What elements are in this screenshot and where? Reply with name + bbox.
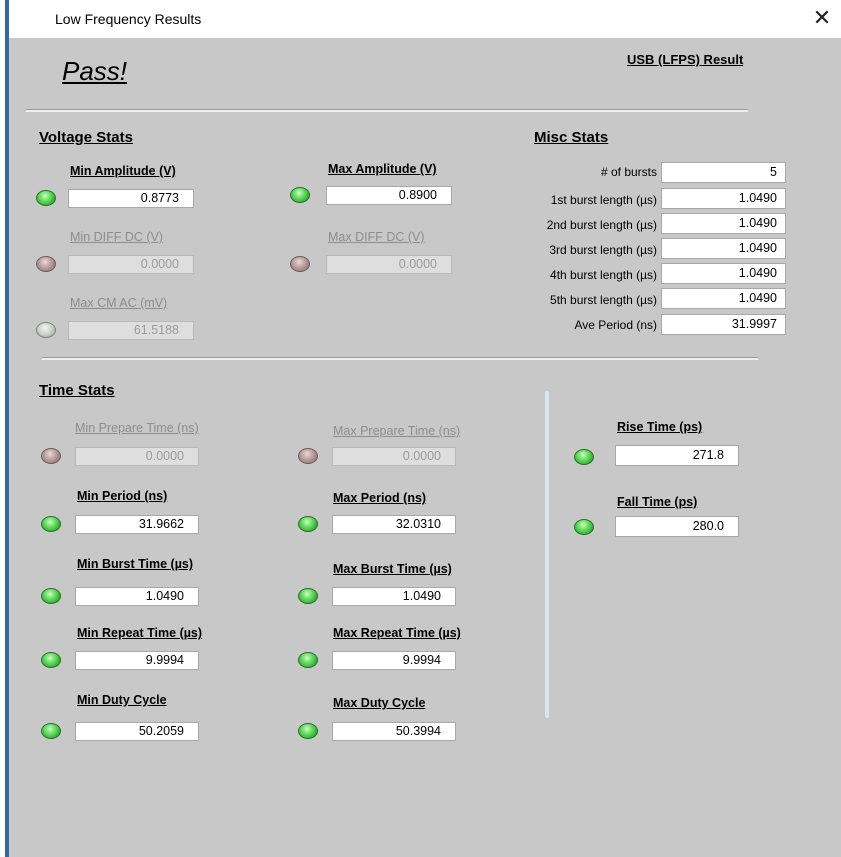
min-diff-dc-led-icon: [36, 256, 56, 272]
max-amplitude-led-icon: [290, 187, 310, 203]
misc-label-5th-burst: 5th burst length (µs): [550, 293, 657, 307]
max-amplitude-label: Max Amplitude (V): [328, 162, 437, 176]
min-burst-time-label: Min Burst Time (µs): [77, 557, 194, 571]
max-duty-cycle-field[interactable]: 50.3994: [332, 722, 456, 741]
max-diff-dc-led-icon: [290, 256, 310, 272]
min-repeat-time-led-icon: [41, 652, 61, 668]
max-duty-cycle-label: Max Duty Cycle: [333, 696, 426, 710]
close-icon[interactable]: ✕: [807, 4, 837, 32]
max-diff-dc-label: Max DIFF DC (V): [328, 230, 425, 244]
min-prepare-time-field[interactable]: 0.0000: [75, 447, 199, 466]
fall-time-label: Fall Time (ps): [617, 495, 698, 509]
min-amplitude-led-icon: [36, 190, 56, 206]
vertical-separator: [545, 391, 549, 718]
window-title: Low Frequency Results: [55, 11, 202, 27]
min-prepare-time-led-icon: [41, 448, 61, 464]
max-prepare-time-label: Max Prepare Time (ns): [333, 424, 461, 438]
max-prepare-time-field[interactable]: 0.0000: [332, 447, 456, 466]
misc-label-ave-period: Ave Period (ns): [574, 318, 657, 332]
min-period-label: Min Period (ns): [77, 489, 168, 503]
max-burst-time-led-icon: [298, 588, 318, 604]
max-repeat-time-label: Max Repeat Time (µs): [333, 626, 461, 640]
min-duty-cycle-label: Min Duty Cycle: [77, 693, 167, 707]
min-duty-cycle-led-icon: [41, 723, 61, 739]
max-burst-time-label: Max Burst Time (µs): [333, 562, 452, 576]
max-period-led-icon: [298, 516, 318, 532]
misc-value-ave-period[interactable]: 31.9997: [661, 314, 786, 335]
misc-value-5th-burst[interactable]: 1.0490: [661, 288, 786, 309]
misc-value-4th-burst[interactable]: 1.0490: [661, 263, 786, 284]
top-separator: [26, 109, 748, 112]
max-period-field[interactable]: 32.0310: [332, 515, 456, 534]
min-burst-time-led-icon: [41, 588, 61, 604]
min-duty-cycle-field[interactable]: 50.2059: [75, 722, 199, 741]
max-prepare-time-led-icon: [298, 448, 318, 464]
misc-label-4th-burst: 4th burst length (µs): [550, 268, 657, 282]
min-diff-dc-field[interactable]: 0.0000: [68, 255, 194, 274]
min-burst-time-field[interactable]: 1.0490: [75, 587, 199, 606]
min-repeat-time-label: Min Repeat Time (µs): [77, 626, 203, 640]
max-diff-dc-field[interactable]: 0.0000: [326, 255, 452, 274]
misc-label-1st-burst: 1st burst length (µs): [550, 193, 657, 207]
usb-lfps-result-label: USB (LFPS) Result: [627, 52, 744, 67]
max-cm-ac-field[interactable]: 61.5188: [68, 321, 194, 340]
max-period-label: Max Period (ns): [333, 491, 427, 505]
max-amplitude-field[interactable]: 0.8900: [326, 186, 452, 205]
max-cm-ac-led-icon: [36, 322, 56, 338]
rise-time-label: Rise Time (ps): [617, 420, 703, 434]
misc-value-3rd-burst[interactable]: 1.0490: [661, 238, 786, 259]
max-repeat-time-led-icon: [298, 652, 318, 668]
rise-time-led-icon: [574, 449, 594, 465]
min-prepare-time-label: Min Prepare Time (ns): [75, 421, 199, 435]
max-duty-cycle-led-icon: [298, 723, 318, 739]
misc-value-1st-burst[interactable]: 1.0490: [661, 188, 786, 209]
min-amplitude-field[interactable]: 0.8773: [68, 189, 194, 208]
max-cm-ac-label: Max CM AC (mV): [70, 296, 168, 310]
max-repeat-time-field[interactable]: 9.9994: [332, 651, 456, 670]
fall-time-led-icon: [574, 519, 594, 535]
middle-separator: [42, 357, 758, 360]
min-repeat-time-field[interactable]: 9.9994: [75, 651, 199, 670]
min-period-led-icon: [41, 516, 61, 532]
misc-stats-heading: Misc Stats: [534, 129, 609, 146]
misc-label-bursts: # of bursts: [600, 165, 657, 179]
min-diff-dc-label: Min DIFF DC (V): [70, 230, 164, 244]
rise-time-field[interactable]: 271.8: [615, 445, 739, 466]
min-period-field[interactable]: 31.9662: [75, 515, 199, 534]
min-amplitude-label: Min Amplitude (V): [70, 164, 176, 178]
title-bar: Low Frequency Results ✕: [0, 0, 841, 38]
max-burst-time-field[interactable]: 1.0490: [332, 587, 456, 606]
voltage-stats-heading: Voltage Stats: [39, 129, 133, 146]
misc-value-bursts[interactable]: 5: [661, 162, 786, 183]
time-stats-heading: Time Stats: [39, 382, 115, 399]
misc-label-2nd-burst: 2nd burst length (µs): [546, 218, 657, 232]
misc-label-3rd-burst: 3rd burst length (µs): [549, 243, 657, 257]
misc-value-2nd-burst[interactable]: 1.0490: [661, 213, 786, 234]
fall-time-field[interactable]: 280.0: [615, 516, 739, 537]
pass-status: Pass!: [62, 56, 128, 86]
